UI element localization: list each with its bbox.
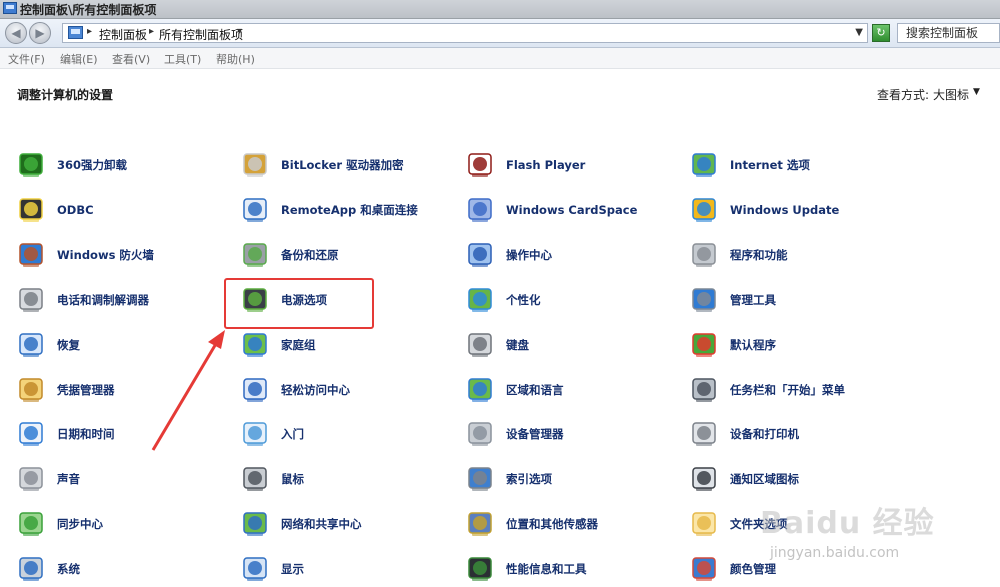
- watermark-logo: Baidu 经验: [760, 506, 935, 541]
- watermark-url: jingyan.baidu.com: [770, 545, 900, 561]
- annotation-arrow-shaft: [151, 341, 219, 451]
- annotation-arrow-head: [208, 330, 225, 349]
- annotation-arrow-icon: [151, 330, 225, 451]
